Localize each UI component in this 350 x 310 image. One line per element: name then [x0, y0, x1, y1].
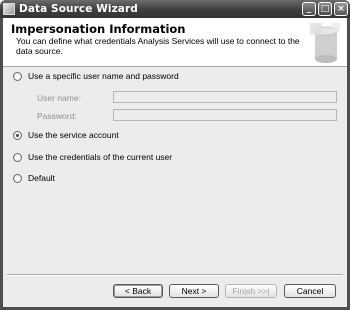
radio-label-current-user: Use the credentials of the current user: [28, 152, 173, 162]
radio-current-user[interactable]: Use the credentials of the current user: [13, 152, 172, 162]
back-button[interactable]: < Back: [113, 284, 163, 298]
window-title: Data Source Wizard: [19, 3, 138, 15]
wizard-header: Impersonation Information You can define…: [3, 18, 347, 67]
password-label: Password:: [37, 111, 77, 121]
footer-separator: [7, 274, 343, 276]
radio-specific-user[interactable]: Use a specific user name and password: [13, 71, 179, 81]
wizard-client-area: Impersonation Information You can define…: [3, 18, 347, 307]
radio-service-account[interactable]: Use the service account: [13, 130, 119, 140]
finish-button[interactable]: Finish >>|: [225, 284, 277, 298]
maximize-button[interactable]: □: [318, 2, 332, 16]
password-field[interactable]: [113, 109, 337, 121]
radio-button-specific-user[interactable]: [13, 71, 22, 81]
wizard-window-icon: [3, 3, 15, 15]
username-label: User name:: [37, 93, 81, 103]
title-bar[interactable]: Data Source Wizard _ □ ×: [0, 0, 350, 18]
radio-default[interactable]: Default: [13, 173, 55, 183]
radio-button-service-account[interactable]: [13, 130, 22, 140]
page-title: Impersonation Information: [11, 22, 186, 36]
cancel-button[interactable]: Cancel: [284, 284, 336, 298]
radio-button-default[interactable]: [13, 173, 22, 183]
radio-label-default: Default: [28, 173, 55, 183]
database-cylinder-icon: [307, 21, 343, 65]
page-description: You can define what credentials Analysis…: [16, 36, 300, 56]
next-button[interactable]: Next >: [169, 284, 219, 298]
wizard-window: Data Source Wizard _ □ × Impersonation I…: [0, 0, 350, 310]
close-button[interactable]: ×: [334, 2, 348, 16]
username-field[interactable]: [113, 91, 337, 103]
minimize-button[interactable]: _: [302, 2, 316, 16]
radio-button-current-user[interactable]: [13, 152, 22, 162]
radio-label-service-account: Use the service account: [28, 130, 119, 140]
radio-label-specific-user: Use a specific user name and password: [28, 71, 179, 81]
